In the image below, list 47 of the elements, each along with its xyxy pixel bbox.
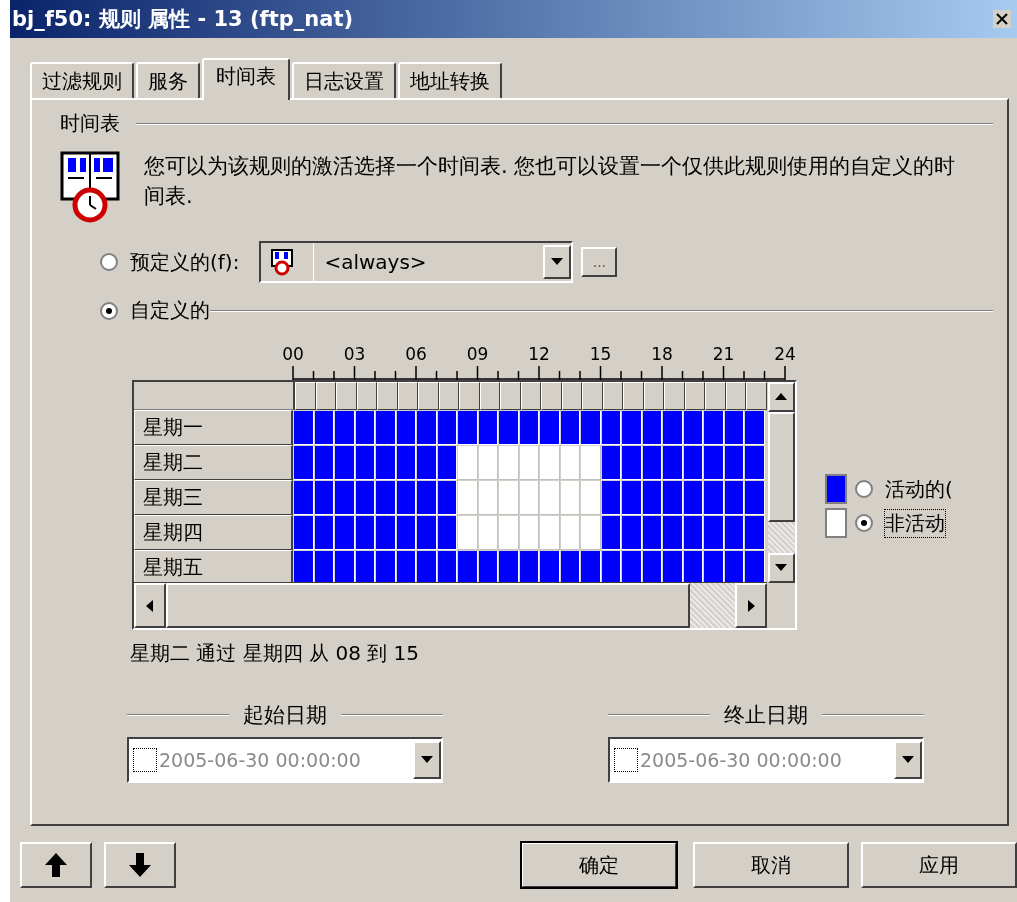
tab[interactable]: 日志设置 bbox=[292, 62, 396, 98]
radio-label[interactable]: 非活动 bbox=[885, 509, 945, 537]
description-text: 您可以为该规则的激活选择一个时间表. 您也可以设置一个仅供此规则使用的自定义的时间表. bbox=[144, 153, 957, 210]
scroll-right-icon[interactable] bbox=[734, 583, 767, 628]
date-group-label: 起始日期 bbox=[243, 702, 327, 729]
day-label[interactable]: 星期四 bbox=[134, 515, 293, 550]
down-arrow-icon bbox=[129, 853, 151, 877]
window-title: bj_f50: 规则 属性 - 13 (ftp_nat) bbox=[12, 6, 354, 33]
move-up-button[interactable] bbox=[20, 842, 92, 888]
checkbox[interactable] bbox=[133, 748, 157, 772]
tab[interactable]: 服务 bbox=[136, 62, 200, 98]
move-down-button[interactable] bbox=[104, 842, 176, 888]
date-group-label: 终止日期 bbox=[724, 702, 808, 729]
radio-label[interactable]: 自定义的 bbox=[130, 297, 210, 324]
checkbox[interactable] bbox=[614, 748, 638, 772]
radio-button[interactable] bbox=[855, 480, 873, 498]
radio-label[interactable]: 活动的( bbox=[885, 475, 953, 503]
up-arrow-icon bbox=[45, 853, 67, 877]
radio-button[interactable] bbox=[100, 253, 118, 271]
tab[interactable]: 地址转换 bbox=[398, 62, 502, 98]
hour-ruler: 00 03 06 09 12 15 18 21 24 bbox=[283, 344, 803, 380]
calendar-clock-icon bbox=[271, 248, 294, 276]
calendar-clock-icon bbox=[60, 149, 120, 223]
dialog-button[interactable]: 确定 bbox=[521, 842, 677, 888]
day-label[interactable]: 星期二 bbox=[134, 445, 293, 480]
horizontal-scrollbar[interactable] bbox=[134, 582, 767, 628]
section-heading: 时间表 bbox=[60, 110, 120, 137]
browse-button[interactable]: ... bbox=[581, 247, 618, 277]
radio-label[interactable]: 预定义的(f): bbox=[130, 248, 240, 276]
vertical-scrollbar[interactable] bbox=[767, 382, 795, 583]
schedule-summary: 星期二 通过 星期四 从 08 到 15 bbox=[130, 640, 421, 667]
day-label[interactable]: 星期三 bbox=[134, 480, 293, 515]
scroll-thumb[interactable] bbox=[166, 583, 690, 628]
scroll-down-icon[interactable] bbox=[767, 553, 795, 583]
tab[interactable]: 时间表 bbox=[202, 58, 290, 100]
scroll-thumb[interactable] bbox=[767, 412, 795, 522]
schedule-dropdown[interactable]: <always> bbox=[259, 241, 574, 283]
close-icon[interactable] bbox=[993, 10, 1011, 28]
scroll-left-icon[interactable] bbox=[134, 583, 166, 628]
scroll-up-icon[interactable] bbox=[767, 382, 795, 412]
dialog-button[interactable]: 取消 bbox=[693, 842, 849, 888]
day-label[interactable]: 星期一 bbox=[134, 410, 293, 445]
radio-button[interactable] bbox=[855, 514, 873, 532]
dialog-button[interactable]: 应用 bbox=[861, 842, 1017, 888]
tab[interactable]: 过滤规则 bbox=[30, 62, 134, 98]
radio-button[interactable] bbox=[100, 301, 118, 320]
schedule-grid[interactable]: 星期一 星期二 星期三 星期四 星期五 bbox=[132, 380, 797, 630]
